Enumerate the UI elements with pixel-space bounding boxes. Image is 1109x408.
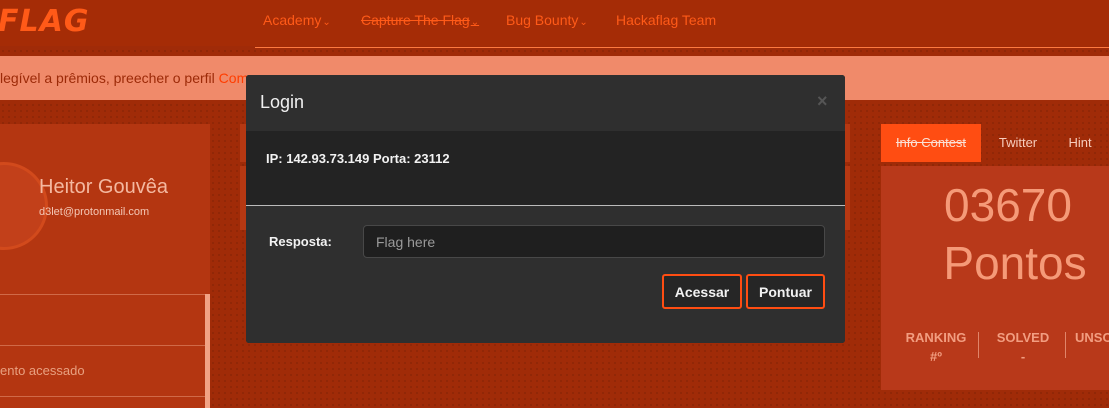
tab-hint[interactable]: Hint — [1055, 124, 1105, 162]
login-modal: Login × IP: 142.93.73.149 Porta: 23112 R… — [246, 75, 845, 343]
chevron-down-icon: ⌄ — [322, 17, 331, 28]
nav-divider — [255, 47, 1109, 48]
contest-tabs: Info Contest Twitter Hint — [881, 124, 1109, 162]
access-button[interactable]: Acessar — [662, 274, 742, 309]
score-label: Pontos — [943, 237, 1087, 289]
modal-header: Login × — [246, 75, 845, 131]
top-nav: FLAG Academy⌄ Capture The Flag⌄ Bug Boun… — [0, 0, 1109, 46]
stat-unsolved: UNSO — [1075, 330, 1109, 349]
notice-text: legível a prêmios, preecher o perfil — [0, 70, 219, 86]
chevron-down-icon: ⌄ — [470, 17, 480, 28]
tab-info-contest[interactable]: Info Contest — [881, 124, 981, 162]
nav-item-label: Hackaflag Team — [616, 12, 717, 28]
score-value: 03670 — [944, 179, 1072, 231]
divider — [978, 332, 979, 358]
profile-card: Heitor Gouvêa d3let@protonmail.com ento … — [0, 124, 210, 408]
stat-label: RANKING — [905, 330, 967, 345]
stat-label: UNSO — [1075, 330, 1109, 345]
stat-value: #º — [930, 349, 942, 364]
nav-item-label: Academy — [263, 12, 322, 28]
modal-footer: Resposta: Acessar Pontuar — [246, 206, 845, 343]
divider — [1065, 332, 1066, 358]
answer-label: Resposta: — [269, 234, 332, 249]
submit-score-button[interactable]: Pontuar — [746, 274, 825, 309]
nav-item-academy[interactable]: Academy⌄ — [263, 12, 331, 28]
score-card: 03670 Pontos RANKING #º SOLVED - UNSO — [881, 166, 1109, 390]
notice-link[interactable]: Com — [219, 70, 249, 86]
logo[interactable]: FLAG — [0, 4, 89, 39]
modal-title: Login — [260, 92, 305, 112]
divider — [0, 345, 205, 346]
modal-body: IP: 142.93.73.149 Porta: 23112 — [246, 131, 845, 205]
chevron-down-icon: ⌄ — [579, 17, 588, 28]
profile-name: Heitor Gouvêa — [39, 176, 168, 198]
stat-solved: SOLVED - — [986, 330, 1060, 364]
nav-item-hackaflag-team[interactable]: Hackaflag Team — [616, 12, 716, 28]
profile-list-item[interactable]: ento acessado — [0, 363, 85, 378]
stat-label: SOLVED — [996, 330, 1050, 345]
divider — [0, 294, 205, 295]
nav-item-label: Bug Bounty — [506, 12, 579, 28]
stat-ranking: RANKING #º — [899, 330, 973, 364]
flag-input[interactable] — [363, 225, 825, 258]
connection-info: IP: 142.93.73.149 Porta: 23112 — [266, 151, 450, 166]
divider — [0, 396, 205, 397]
profile-email: d3let@protonmail.com — [39, 206, 150, 218]
stat-value: - — [1020, 349, 1026, 364]
close-icon[interactable]: × — [817, 91, 828, 112]
scrollbar[interactable] — [205, 294, 210, 408]
nav-item-label: Capture The Flag — [361, 12, 470, 28]
tab-twitter[interactable]: Twitter — [981, 124, 1055, 162]
nav-item-capture-the-flag[interactable]: Capture The Flag⌄ — [361, 12, 479, 28]
nav-item-bug-bounty[interactable]: Bug Bounty⌄ — [506, 12, 588, 28]
